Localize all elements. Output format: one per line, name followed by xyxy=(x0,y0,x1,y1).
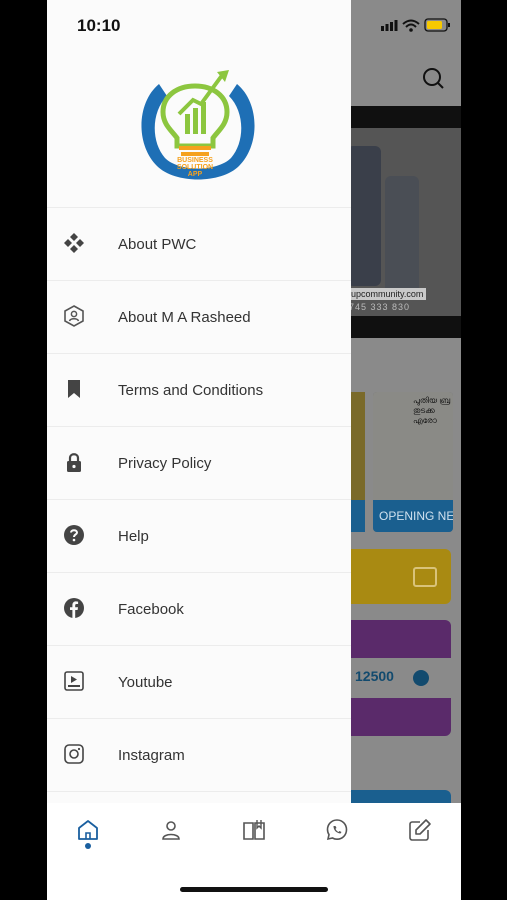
menu-item-label: Youtube xyxy=(118,674,173,691)
bottom-tab-bar xyxy=(47,803,461,900)
count-text: 12500 xyxy=(355,668,394,684)
background-card-right: പുതിയ ബ്ര തുടക്ക എരോ OPENING NEV xyxy=(373,392,453,532)
business-solution-app-logo: BUSINESS SOLUTION APP xyxy=(141,70,255,180)
banner-url: rupcommunity.com xyxy=(345,288,427,300)
instagram-icon xyxy=(64,744,84,764)
menu-item-label: Instagram xyxy=(118,747,185,764)
active-tab-indicator xyxy=(85,843,91,849)
background-yellow-card xyxy=(337,549,451,604)
card-icon xyxy=(413,567,437,587)
menu-item-facebook[interactable]: Facebook xyxy=(47,572,351,645)
menu-item-privacy-policy[interactable]: Privacy Policy xyxy=(47,426,351,499)
menu-item-label: About M A Rasheed xyxy=(118,309,251,326)
navigation-drawer: 10:10 BUSINESS SOLUTION APP About PWC Ab… xyxy=(47,0,351,803)
menu-item-label: About PWC xyxy=(118,236,197,253)
edit-icon[interactable] xyxy=(408,818,432,842)
profile-icon[interactable] xyxy=(159,818,183,842)
play-icon xyxy=(413,670,429,686)
status-time: 10:10 xyxy=(77,16,121,35)
drawer-menu: About PWC About M A Rasheed Terms and Co… xyxy=(47,207,351,793)
menu-item-help[interactable]: Help xyxy=(47,499,351,572)
home-indicator xyxy=(180,887,328,892)
lock-icon xyxy=(67,453,81,472)
logo-text-line3: APP xyxy=(188,171,203,178)
menu-item-terms-and-conditions[interactable]: Terms and Conditions xyxy=(47,353,351,426)
menu-item-label: Facebook xyxy=(118,601,184,618)
menu-item-about-pwc[interactable]: About PWC xyxy=(47,207,351,280)
whatsapp-icon[interactable] xyxy=(325,818,349,842)
phone-screen: rupcommunity.com 745 333 830 പുതിയ ബ്ര ത… xyxy=(47,0,461,900)
menu-item-label: Terms and Conditions xyxy=(118,382,264,399)
menu-item-label: Privacy Policy xyxy=(118,455,212,472)
logo-text-line2: SOLUTION xyxy=(177,164,213,171)
background-purple-card: 12500 xyxy=(337,620,451,736)
apps-icon xyxy=(64,233,84,253)
menu-divider xyxy=(47,791,351,793)
facebook-icon xyxy=(64,598,84,618)
status-icons xyxy=(381,18,450,32)
help-circle-icon xyxy=(64,525,84,545)
signal-icon xyxy=(381,20,398,31)
youtube-icon xyxy=(64,671,84,691)
menu-item-label: Help xyxy=(118,528,149,545)
home-icon[interactable] xyxy=(76,818,100,842)
banner-phone: 745 333 830 xyxy=(349,302,411,312)
battery-icon xyxy=(424,18,450,32)
search-icon xyxy=(423,68,444,89)
wifi-icon xyxy=(402,19,420,32)
logo-text-line1: BUSINESS xyxy=(177,157,213,164)
card-malayalam-text: പുതിയ ബ്ര തുടക്ക എരോ xyxy=(413,396,451,425)
card-label: OPENING NEV xyxy=(373,500,453,532)
menu-item-instagram[interactable]: Instagram xyxy=(47,718,351,791)
menu-item-youtube[interactable]: Youtube xyxy=(47,645,351,718)
person-hexagon-icon xyxy=(64,305,84,327)
menu-item-about-ma-rasheed[interactable]: About M A Rasheed xyxy=(47,280,351,353)
book-icon[interactable] xyxy=(242,818,266,842)
bookmark-icon xyxy=(68,380,80,398)
